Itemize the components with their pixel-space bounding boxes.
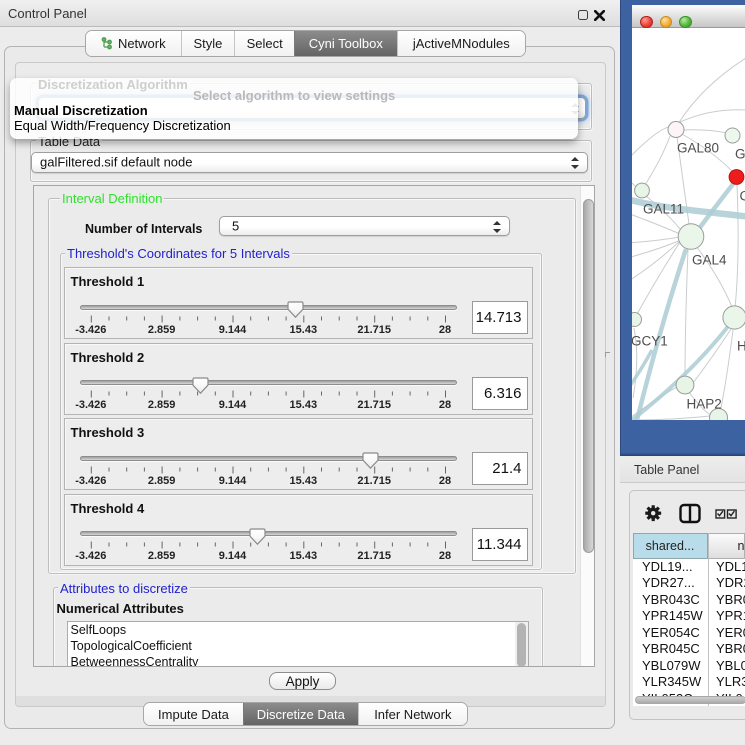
svg-text:C: C [739, 188, 745, 203]
svg-text:HAP2: HAP2 [686, 396, 721, 411]
svg-text:GCY1: GCY1 [632, 333, 668, 348]
svg-text:GAL80: GAL80 [677, 140, 719, 155]
svg-text:GAL4: GAL4 [692, 252, 727, 267]
svg-text:GAL11: GAL11 [643, 201, 684, 216]
svg-text:H: H [737, 338, 745, 353]
svg-text:GA: GA [735, 146, 745, 161]
